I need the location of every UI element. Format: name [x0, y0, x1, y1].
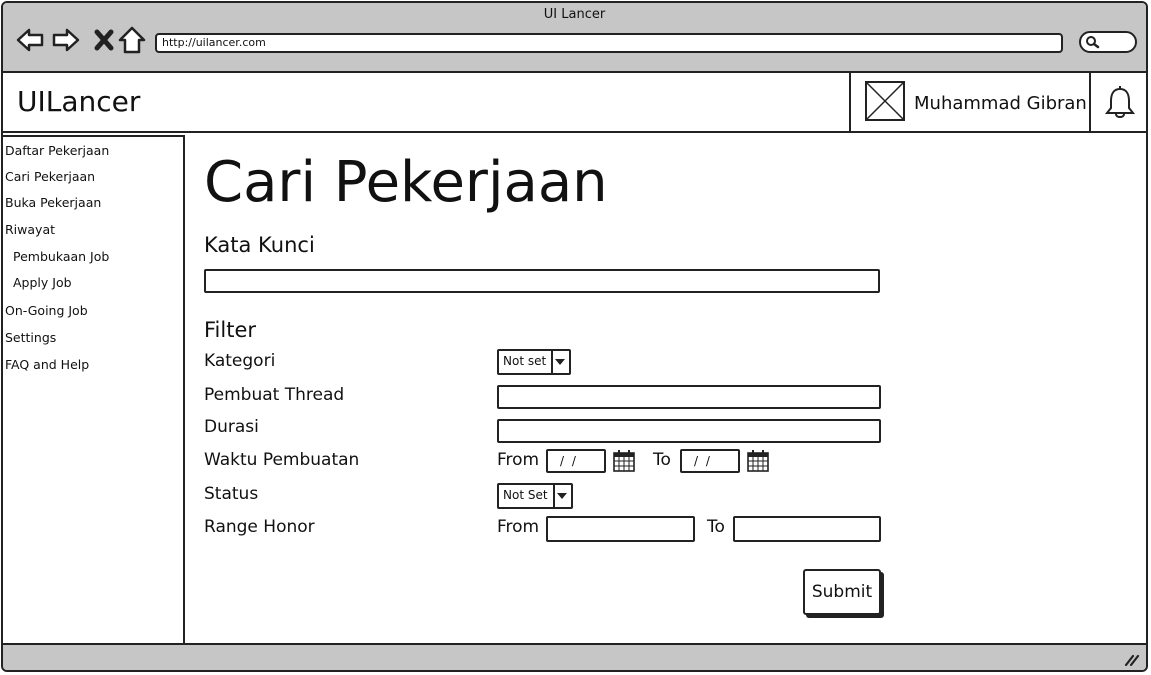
honor-from-label: From [497, 517, 540, 537]
filter-heading: Filter [204, 318, 257, 342]
sidebar-item-riwayat[interactable]: Riwayat [5, 222, 55, 237]
bell-notification-icon[interactable] [1103, 85, 1137, 121]
honor-to-label: To [707, 517, 725, 537]
waktu-from-label: From [497, 450, 540, 470]
calendar-icon[interactable] [746, 449, 770, 473]
waktu-to-date-input[interactable]: / / [680, 449, 740, 473]
pembuat-thread-label: Pembuat Thread [204, 385, 345, 405]
sidebar-item-cari-pekerjaan[interactable]: Cari Pekerjaan [5, 169, 95, 184]
durasi-label: Durasi [204, 417, 259, 437]
range-honor-label: Range Honor [204, 517, 315, 537]
calendar-icon[interactable] [612, 449, 636, 473]
avatar-placeholder-icon [865, 81, 905, 121]
sidebar-item-daftar-pekerjaan[interactable]: Daftar Pekerjaan [5, 143, 109, 158]
chevron-down-icon [551, 351, 569, 373]
home-icon[interactable] [117, 25, 147, 55]
sidebar-nav: Daftar Pekerjaan Cari Pekerjaan Buka Pek… [3, 135, 185, 645]
kategori-dropdown[interactable]: Not set [497, 349, 571, 375]
kategori-label: Kategori [204, 351, 276, 371]
status-dropdown[interactable]: Not Set [497, 483, 573, 509]
brand-logo-text[interactable]: UILancer [17, 85, 140, 118]
page-title: Cari Pekerjaan [204, 150, 608, 215]
forward-arrow-icon[interactable] [51, 25, 81, 55]
keyword-input[interactable] [204, 269, 880, 293]
waktu-pembuatan-label: Waktu Pembuatan [204, 450, 360, 470]
honor-to-input[interactable] [733, 516, 881, 542]
search-icon [1086, 36, 1100, 49]
kategori-selected-value: Not set [503, 354, 547, 368]
stop-x-icon[interactable] [89, 25, 119, 55]
status-label: Status [204, 484, 259, 504]
durasi-input[interactable] [497, 419, 881, 443]
waktu-from-date-input[interactable]: / / [546, 449, 606, 473]
sidebar-item-settings[interactable]: Settings [5, 330, 56, 345]
pembuat-thread-input[interactable] [497, 385, 881, 409]
sidebar-item-apply-job[interactable]: Apply Job [13, 275, 72, 290]
chevron-down-icon [553, 485, 571, 507]
user-name: Muhammad Gibran [914, 93, 1087, 114]
sidebar-item-faq-help[interactable]: FAQ and Help [5, 357, 89, 372]
resize-grip-icon[interactable] [1124, 652, 1140, 666]
sidebar-item-pembukaan-job[interactable]: Pembukaan Job [13, 249, 109, 264]
main-content: Cari Pekerjaan Kata Kunci Filter Kategor… [187, 135, 1146, 645]
status-selected-value: Not Set [503, 488, 548, 502]
submit-button[interactable]: Submit [803, 569, 881, 615]
keyword-label: Kata Kunci [204, 233, 315, 257]
app-header: UILancer Muhammad Gibran [3, 73, 1146, 133]
url-bar[interactable]: http://uilancer.com [155, 33, 1063, 53]
back-arrow-icon[interactable] [15, 25, 45, 55]
browser-window: UI Lancer http://uilancer.com UILancer M… [1, 1, 1148, 672]
window-title: UI Lancer [543, 7, 606, 22]
browser-titlebar: UI Lancer http://uilancer.com [3, 3, 1146, 73]
honor-from-input[interactable] [546, 516, 695, 542]
sidebar-item-on-going-job[interactable]: On-Going Job [5, 303, 88, 318]
waktu-to-label: To [653, 450, 671, 470]
sidebar-item-buka-pekerjaan[interactable]: Buka Pekerjaan [5, 195, 101, 210]
browser-statusbar [3, 643, 1146, 670]
browser-search-field[interactable] [1079, 31, 1137, 53]
user-profile[interactable]: Muhammad Gibran [849, 73, 1091, 133]
